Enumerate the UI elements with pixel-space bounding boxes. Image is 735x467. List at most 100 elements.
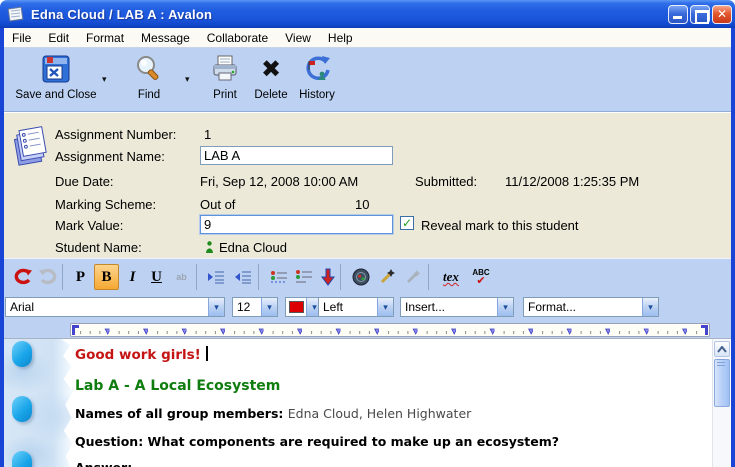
title-bar[interactable]: Edna Cloud / LAB A : Avalon bbox=[0, 0, 735, 28]
redo-icon bbox=[38, 268, 58, 286]
save-and-close-label: Save and Close bbox=[15, 89, 96, 101]
find-icon bbox=[133, 50, 165, 88]
reveal-mark-checkbox[interactable]: ✓ bbox=[400, 216, 414, 230]
menu-edit[interactable]: Edit bbox=[48, 31, 69, 45]
find-button[interactable]: Find bbox=[120, 50, 178, 110]
fixed-style-button[interactable]: ab bbox=[169, 264, 194, 290]
save-and-close-button[interactable]: Save and Close bbox=[10, 50, 102, 110]
format-dropdown-bar: Arial ▾ 12 ▾ ▾ Left ▾ Insert... ▾ Format… bbox=[4, 294, 731, 322]
format-value: Format... bbox=[524, 300, 642, 314]
undo-button[interactable] bbox=[10, 264, 35, 290]
window-title: Edna Cloud / LAB A : Avalon bbox=[31, 7, 212, 22]
teacher-comment-line: Good work girls! bbox=[75, 346, 208, 363]
find-dropdown-arrow-icon[interactable]: ▾ bbox=[185, 74, 190, 85]
italic-button[interactable]: I bbox=[120, 264, 145, 290]
font-size-value: 12 bbox=[233, 300, 261, 314]
editor-area[interactable]: Good work girls! Lab A - A Local Ecosyst… bbox=[4, 338, 731, 467]
format-dropdown[interactable]: Format... ▾ bbox=[523, 297, 659, 317]
alignment-value: Left bbox=[319, 300, 377, 314]
history-button[interactable]: History bbox=[292, 50, 342, 110]
ruler[interactable] bbox=[70, 323, 710, 337]
chevron-down-icon: ▾ bbox=[208, 298, 224, 316]
scroll-up-arrow-icon bbox=[717, 346, 727, 353]
marking-scheme-type: Out of bbox=[200, 197, 235, 212]
marking-scheme-total: 10 bbox=[355, 197, 369, 212]
spellcheck-button[interactable]: ABC ✔ bbox=[467, 264, 495, 290]
menu-view[interactable]: View bbox=[285, 31, 311, 45]
close-button[interactable] bbox=[712, 5, 732, 24]
mark-value-label: Mark Value: bbox=[55, 218, 123, 233]
binding-ring-icon bbox=[12, 451, 32, 467]
indent-decrease-button[interactable] bbox=[230, 264, 255, 290]
signature-icon: tex bbox=[443, 269, 459, 285]
window-border-right bbox=[731, 28, 735, 467]
assignment-name-label: Assignment Name: bbox=[55, 149, 165, 164]
menu-help[interactable]: Help bbox=[328, 31, 353, 45]
ruler-row bbox=[4, 322, 731, 338]
question-line: Question: What components are required t… bbox=[75, 434, 559, 449]
menu-bar: File Edit Format Message Collaborate Vie… bbox=[4, 28, 731, 48]
menu-file[interactable]: File bbox=[12, 31, 31, 45]
print-button[interactable]: Print bbox=[202, 50, 248, 110]
save-dropdown-arrow-icon[interactable]: ▾ bbox=[102, 74, 107, 85]
binding-ring-icon bbox=[12, 341, 32, 367]
menu-message[interactable]: Message bbox=[141, 31, 190, 45]
document-body: Good work girls! Lab A - A Local Ecosyst… bbox=[75, 339, 701, 467]
spellcheck-icon: ABC ✔ bbox=[472, 269, 489, 286]
insert-value: Insert... bbox=[401, 300, 497, 314]
signature-button[interactable]: tex bbox=[436, 264, 466, 290]
line-spacing-icon bbox=[294, 269, 314, 285]
student-person-icon bbox=[205, 241, 214, 254]
eyedropper-icon bbox=[404, 268, 422, 286]
assignment-name-input[interactable] bbox=[200, 146, 393, 165]
indent-increase-button[interactable] bbox=[203, 264, 228, 290]
lab-title-line: Lab A - A Local Ecosystem bbox=[75, 378, 280, 394]
student-name-value[interactable]: Edna Cloud bbox=[219, 240, 287, 255]
bold-button[interactable]: B bbox=[94, 264, 119, 290]
stationery-background bbox=[4, 339, 76, 467]
maximize-button[interactable] bbox=[690, 5, 710, 24]
menu-format[interactable]: Format bbox=[86, 31, 124, 45]
checkmark-icon: ✓ bbox=[402, 216, 412, 230]
scroll-up-button[interactable] bbox=[714, 341, 730, 357]
insert-dropdown[interactable]: Insert... ▾ bbox=[400, 297, 514, 317]
alignment-dropdown[interactable]: Left ▾ bbox=[318, 297, 394, 317]
hyperlink-button[interactable] bbox=[348, 264, 373, 290]
plain-style-button[interactable]: P bbox=[68, 264, 93, 290]
due-date-value: Fri, Sep 12, 2008 10:00 AM bbox=[200, 174, 358, 189]
insert-marker-button[interactable] bbox=[315, 264, 340, 290]
vertical-scrollbar[interactable] bbox=[712, 339, 730, 467]
delete-button[interactable]: ✖ Delete bbox=[248, 50, 294, 110]
minimize-button[interactable] bbox=[668, 5, 688, 24]
marking-scheme-label: Marking Scheme: bbox=[55, 197, 156, 212]
eyedropper-button[interactable] bbox=[400, 264, 425, 290]
line-spacing-button[interactable] bbox=[291, 264, 316, 290]
scrollbar-grip-icon bbox=[717, 359, 725, 367]
font-family-dropdown[interactable]: Arial ▾ bbox=[5, 297, 225, 317]
assignment-number-label: Assignment Number: bbox=[55, 127, 176, 142]
student-name-label: Student Name: bbox=[55, 240, 142, 255]
delete-icon: ✖ bbox=[261, 50, 281, 88]
indent-increase-icon bbox=[206, 269, 226, 285]
redo-button[interactable] bbox=[35, 264, 60, 290]
undo-icon bbox=[13, 268, 33, 286]
formatting-toolbar: P B I U ab bbox=[4, 258, 731, 294]
binding-ring-icon bbox=[12, 396, 32, 422]
underline-button[interactable]: U bbox=[144, 264, 169, 290]
mark-value-input[interactable] bbox=[200, 215, 393, 234]
group-members-line: Names of all group members: Edna Cloud, … bbox=[75, 406, 471, 421]
chevron-down-icon: ▾ bbox=[261, 298, 277, 316]
indent-decrease-icon bbox=[233, 269, 253, 285]
submitted-value: 11/12/2008 1:25:35 PM bbox=[505, 174, 639, 189]
menu-collaborate[interactable]: Collaborate bbox=[207, 31, 268, 45]
paragraph-spacing-button[interactable] bbox=[266, 264, 291, 290]
assignment-number-value: 1 bbox=[204, 127, 211, 142]
print-icon bbox=[209, 50, 241, 88]
chevron-down-icon: ▾ bbox=[377, 298, 393, 316]
format-painter-button[interactable] bbox=[374, 264, 399, 290]
chevron-down-icon: ▾ bbox=[642, 298, 658, 316]
assignment-icon bbox=[10, 125, 50, 169]
print-label: Print bbox=[213, 89, 237, 101]
font-size-dropdown[interactable]: 12 ▾ bbox=[232, 297, 278, 317]
chevron-down-icon: ▾ bbox=[497, 298, 513, 316]
